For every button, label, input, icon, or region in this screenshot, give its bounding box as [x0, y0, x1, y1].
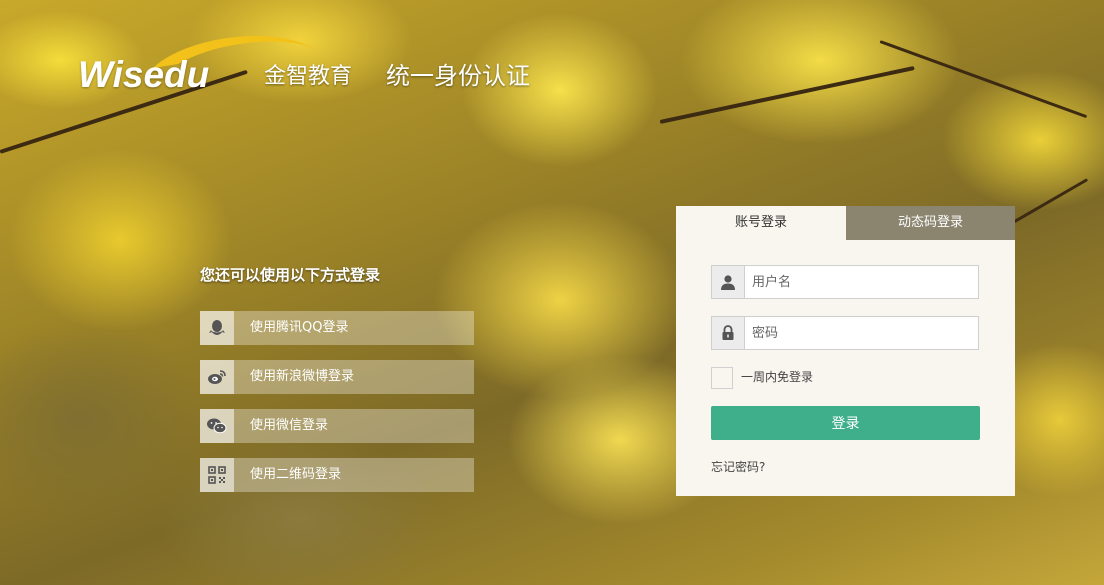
weibo-icon: [200, 360, 234, 394]
wechat-login-button[interactable]: 使用微信登录: [200, 409, 474, 443]
alt-login-title: 您还可以使用以下方式登录: [200, 266, 381, 284]
username-input[interactable]: [752, 266, 972, 298]
password-field: [711, 316, 979, 350]
user-icon: [712, 266, 745, 298]
password-input[interactable]: [752, 317, 972, 349]
weibo-login-label: 使用新浪微博登录: [250, 369, 355, 384]
qq-icon: [200, 311, 234, 345]
wechat-icon: [200, 409, 234, 443]
tab-dynamic-code-login[interactable]: 动态码登录: [846, 206, 1015, 240]
wechat-login-label: 使用微信登录: [250, 418, 329, 433]
lock-icon: [712, 317, 745, 349]
tab-account-login[interactable]: 账号登录: [676, 206, 846, 240]
qq-login-label: 使用腾讯QQ登录: [250, 320, 349, 335]
qrcode-login-button[interactable]: 使用二维码登录: [200, 458, 474, 492]
qq-login-button[interactable]: 使用腾讯QQ登录: [200, 311, 474, 345]
company-name: 金智教育: [264, 64, 353, 89]
forgot-password-link[interactable]: 忘记密码?: [711, 458, 765, 475]
qrcode-icon: [200, 458, 234, 492]
branch-decoration: [879, 40, 1088, 119]
weibo-login-button[interactable]: 使用新浪微博登录: [200, 360, 474, 394]
branch-decoration: [659, 65, 915, 124]
login-panel: 账号登录 动态码登录 一周内免登录 登录 忘记密码?: [676, 206, 1015, 496]
remember-me-label: 一周内免登录: [741, 370, 814, 384]
qrcode-login-label: 使用二维码登录: [250, 467, 342, 482]
username-field: [711, 265, 979, 299]
page-title: 统一身份认证: [386, 62, 530, 90]
logo-wordmark: Wisedu: [78, 54, 210, 95]
remember-me-checkbox[interactable]: [711, 367, 733, 389]
login-button[interactable]: 登录: [711, 406, 980, 440]
